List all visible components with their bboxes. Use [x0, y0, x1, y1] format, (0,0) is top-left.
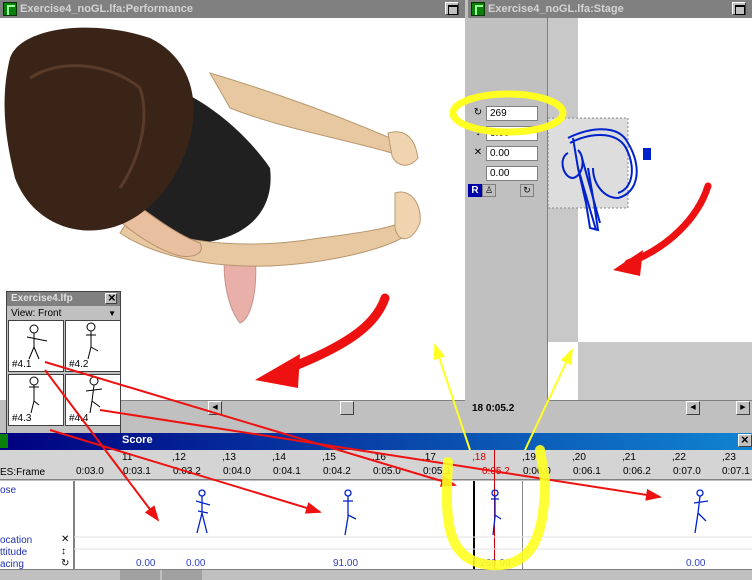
- library-titlebar[interactable]: Exercise4.lfp: [7, 291, 120, 306]
- scroll-left-button[interactable]: ◀: [208, 401, 222, 415]
- pose-thumbnail-icon: [26, 324, 48, 360]
- x-axis-icon: ✕: [473, 147, 483, 158]
- performance-title: Exercise4_noGL.lfa:Performance: [20, 3, 194, 15]
- frame-number: 11: [122, 452, 133, 463]
- frame-number: ,21: [622, 452, 636, 463]
- frame-number: ,12: [172, 452, 186, 463]
- stage-status: 18 0:05.2: [472, 403, 515, 414]
- stage-viewport[interactable]: [548, 18, 752, 400]
- score-header-label: ES:Frame: [0, 467, 46, 478]
- frame-time: 0:07.0: [673, 466, 701, 477]
- frame-time: 0:05.1: [423, 466, 451, 477]
- library-item[interactable]: #4.3: [8, 374, 64, 426]
- scroll-left-button[interactable]: ◀: [686, 401, 700, 415]
- scroll-thumb[interactable]: [340, 401, 354, 415]
- score-sprites: [74, 489, 752, 550]
- facing-mode-button[interactable]: ↻: [520, 184, 534, 197]
- frame-time: 0:04.1: [273, 466, 301, 477]
- chevron-down-icon[interactable]: ▼: [108, 307, 116, 320]
- library-view-select[interactable]: View: Front ▼: [8, 307, 119, 320]
- score-titlebar[interactable]: Score: [0, 432, 752, 450]
- facing-icon: ↻: [61, 558, 70, 569]
- frame-number: ,22: [672, 452, 686, 463]
- rotate-mode-label: R: [471, 185, 479, 196]
- figure-mode-button[interactable]: ♙: [482, 184, 496, 197]
- frame-number: ,14: [272, 452, 286, 463]
- pose-sprite-4.3: [491, 489, 502, 536]
- stage-floor-canvas: [548, 18, 752, 400]
- stage-hscrollbar[interactable]: ◀ ▶: [548, 400, 752, 415]
- rotate-mode-button[interactable]: R: [468, 184, 482, 197]
- frame-time: 0:03.2: [173, 466, 201, 477]
- scroll-right-button[interactable]: ▶: [736, 401, 750, 415]
- library-item[interactable]: #4.2: [65, 320, 121, 372]
- frame-number: ,20: [572, 452, 586, 463]
- frame-number: ,13: [222, 452, 236, 463]
- facing-value: 91.00: [333, 558, 359, 569]
- x-field[interactable]: 0.00: [486, 146, 538, 161]
- z-field[interactable]: 0.00: [486, 166, 538, 181]
- pose-sprite-4.2: [343, 489, 357, 536]
- frame-number: ,19: [522, 452, 536, 463]
- score-title: Score: [122, 434, 153, 446]
- frame-time: 0:03.0: [76, 466, 104, 477]
- pose-thumbnail-icon: [85, 376, 103, 414]
- pose-thumbnail-icon: [29, 376, 40, 414]
- pose-thumbnail-icon: [86, 322, 99, 360]
- facing-value: 268.99: [480, 558, 511, 569]
- frame-time: 0:06.2: [623, 466, 651, 477]
- frame-number: ,16: [372, 452, 386, 463]
- app-system-icon[interactable]: [471, 2, 485, 16]
- library-item-label: #4.3: [12, 413, 32, 424]
- frame-number: ,18: [472, 452, 486, 463]
- pose-sprite-4.4: [693, 489, 709, 534]
- library-item-label: #4.2: [69, 359, 89, 370]
- app-system-icon[interactable]: [3, 2, 17, 16]
- performance-titlebar[interactable]: Exercise4_noGL.lfa:Performance: [0, 0, 465, 18]
- library-close-button[interactable]: [105, 291, 117, 305]
- library-item-label: #4.1: [12, 359, 32, 370]
- frame-time-current: 0:05.2: [482, 466, 510, 477]
- frame-time: 0:04.2: [323, 466, 351, 477]
- location-icon: ✕: [61, 534, 70, 545]
- frame-time: 0:03.1: [123, 466, 151, 477]
- stage-titlebar[interactable]: Exercise4_noGL.lfa:Stage: [468, 0, 752, 18]
- track-label-location: ocation: [0, 535, 33, 546]
- frame-number: ,17: [422, 452, 436, 463]
- pose-sprite-4.1: [195, 489, 211, 534]
- library-title: Exercise4.lfp: [11, 293, 73, 304]
- frame-time: 0:06.0: [523, 466, 551, 477]
- library-view-label: View: Front: [11, 308, 62, 319]
- attitude-icon: ↕: [61, 546, 66, 557]
- library-item[interactable]: #4.4: [65, 374, 121, 426]
- track-label-pose: ose: [0, 485, 17, 496]
- frame-number: ,15: [322, 452, 336, 463]
- score-close-button[interactable]: [738, 432, 752, 447]
- library-item-label: #4.4: [69, 413, 89, 424]
- score-hscrollbar[interactable]: [0, 569, 752, 580]
- facing-value: 0.00: [686, 558, 706, 569]
- facing-value: 0.00: [186, 558, 206, 569]
- facing-value: 0.00: [136, 558, 156, 569]
- performance-hscrollbar[interactable]: ◀: [120, 400, 465, 415]
- library-item[interactable]: #4.1: [8, 320, 64, 372]
- track-label-attitude: ttitude: [0, 547, 28, 558]
- frame-time: 0:07.1: [722, 466, 750, 477]
- maximize-button[interactable]: [445, 2, 459, 15]
- frame-time: 0:05.0: [373, 466, 401, 477]
- maximize-button[interactable]: [732, 2, 746, 15]
- frame-time: 0:06.1: [573, 466, 601, 477]
- frame-time: 0:04.0: [223, 466, 251, 477]
- highlight-ellipse: [450, 90, 567, 136]
- frame-number: ,23: [722, 452, 736, 463]
- stage-title: Exercise4_noGL.lfa:Stage: [488, 3, 624, 15]
- stage-tool-panel: [468, 18, 548, 400]
- app-system-icon[interactable]: [0, 434, 8, 448]
